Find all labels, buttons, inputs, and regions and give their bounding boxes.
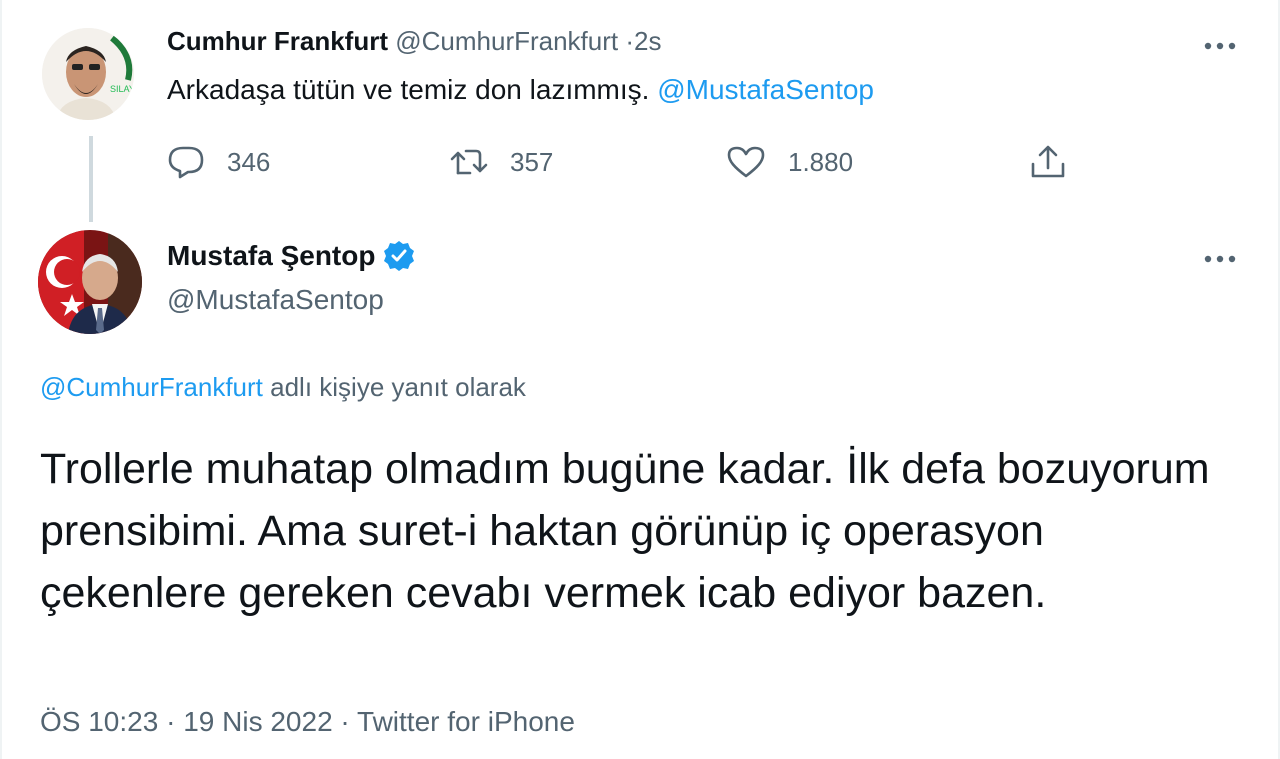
main-tweet-meta: ÖS 10:23 · 19 Nis 2022 · Twitter for iPh… xyxy=(40,706,575,738)
reply-action[interactable]: 346 xyxy=(167,140,270,184)
verified-badge-icon xyxy=(384,241,415,271)
retweet-action[interactable]: 357 xyxy=(448,140,553,184)
main-tweet-text: Trollerle muhatap olmadım bugüne kadar. … xyxy=(40,445,1210,617)
replying-to-line: @CumhurFrankfurt adlı kişiye yanıt olara… xyxy=(40,372,526,403)
reply-text: Arkadaşa tütün ve temiz don lazımmış. xyxy=(167,74,650,105)
cumhur-avatar-image: SILAY xyxy=(42,28,134,120)
reply-more-button[interactable] xyxy=(1200,31,1240,61)
reply-author-name[interactable]: Cumhur Frankfurt xyxy=(167,26,388,56)
reply-tweet-text: Arkadaşa tütün ve temiz don lazımmış. @M… xyxy=(167,74,874,106)
meta-separator-1: · xyxy=(166,706,176,737)
reply-mention-link[interactable]: @MustafaSentop xyxy=(657,74,874,105)
share-action[interactable] xyxy=(1028,140,1068,184)
reply-icon xyxy=(168,146,204,179)
mustafa-avatar[interactable] xyxy=(38,230,142,334)
share-icon xyxy=(1031,145,1065,178)
avatar-badge-text: SILAY xyxy=(110,84,134,94)
main-author-handle[interactable]: @MustafaSentop xyxy=(167,284,384,316)
main-tweet-time[interactable]: ÖS 10:23 xyxy=(40,706,158,737)
more-icon xyxy=(1204,42,1236,50)
main-tweet-author-row: Mustafa Şentop xyxy=(167,240,415,272)
more-icon xyxy=(1204,255,1236,263)
main-author-name[interactable]: Mustafa Şentop xyxy=(167,240,375,272)
retweet-icon xyxy=(450,149,488,175)
main-tweet-date[interactable]: 19 Nis 2022 xyxy=(183,706,332,737)
reply-header-separator: · xyxy=(625,26,635,56)
main-tweet-source[interactable]: Twitter for iPhone xyxy=(357,706,575,737)
replying-to-suffix: adlı kişiye yanıt olarak xyxy=(270,372,526,402)
main-more-button[interactable] xyxy=(1200,244,1240,274)
cumhur-avatar[interactable]: SILAY xyxy=(42,28,134,120)
thread-connector-line xyxy=(89,136,93,222)
like-action[interactable]: 1.880 xyxy=(726,140,853,184)
reply-author-handle[interactable]: @CumhurFrankfurt xyxy=(395,26,618,56)
reply-count: 346 xyxy=(227,146,271,177)
mustafa-avatar-image xyxy=(38,230,142,334)
heart-icon xyxy=(727,146,765,178)
meta-separator-2: · xyxy=(340,706,350,737)
reply-tweet-header: Cumhur Frankfurt @CumhurFrankfurt ·2s xyxy=(167,26,662,57)
tweet-thread: SILAY Cumhur Frankfurt @CumhurFrankfurt … xyxy=(0,0,1280,759)
replying-to-handle-link[interactable]: @CumhurFrankfurt xyxy=(40,372,263,402)
like-count: 1.880 xyxy=(788,146,854,177)
reply-timestamp[interactable]: 2s xyxy=(634,26,661,56)
retweet-count: 357 xyxy=(510,146,554,177)
